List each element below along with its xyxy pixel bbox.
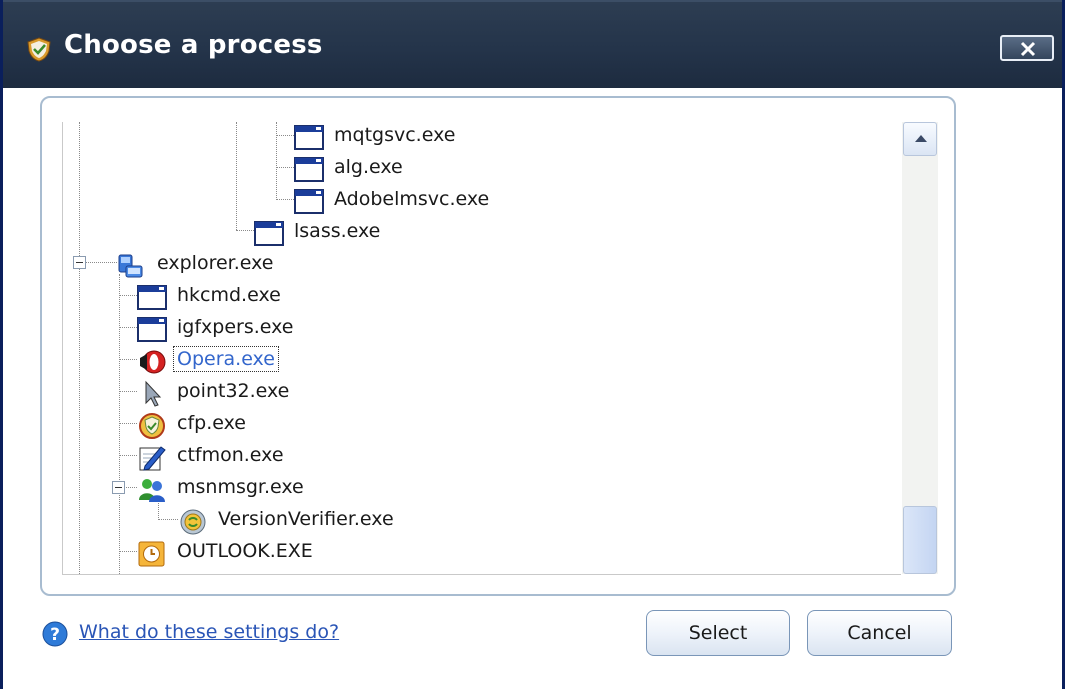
help-icon[interactable]: ? bbox=[41, 620, 69, 648]
outlook-clock-icon bbox=[138, 541, 165, 567]
tree-item-label: ctfmon.exe bbox=[177, 444, 284, 466]
comodo-shield-icon bbox=[139, 413, 165, 439]
pen-notepad-icon bbox=[139, 446, 166, 471]
app-window-icon bbox=[294, 189, 324, 214]
tree-item-label: mqtgsvc.exe bbox=[334, 124, 456, 146]
app-window-icon bbox=[254, 221, 284, 246]
comodo-shield-icon bbox=[27, 37, 51, 62]
select-button[interactable]: Select bbox=[646, 610, 790, 656]
app-window-icon bbox=[294, 157, 324, 182]
tree-item-label: Opera.exe bbox=[173, 346, 279, 372]
tree-item-label: alg.exe bbox=[334, 156, 403, 178]
close-icon bbox=[1020, 41, 1036, 57]
tree-item-label: hkcmd.exe bbox=[177, 284, 281, 306]
scroll-thumb[interactable] bbox=[903, 506, 937, 574]
tree-item-label: msnmsgr.exe bbox=[177, 476, 304, 498]
app-window-icon bbox=[137, 285, 167, 310]
tree-item-label: Adobelmsvc.exe bbox=[334, 188, 490, 210]
opera-icon bbox=[140, 350, 166, 374]
tree-scrollbar[interactable] bbox=[902, 122, 938, 574]
dialog-title: Choose a process bbox=[64, 30, 323, 60]
svg-text:?: ? bbox=[50, 625, 60, 645]
tree-item-label: lsass.exe bbox=[294, 220, 381, 242]
tree-item-label: igfxpers.exe bbox=[177, 316, 294, 338]
tree-item-label: cfp.exe bbox=[177, 412, 246, 434]
cancel-button[interactable]: Cancel bbox=[807, 610, 952, 656]
dialog-body: mqtgsvc.exe alg.exe Adobelmsvc.exe lsass… bbox=[3, 88, 1062, 689]
computer-icon bbox=[118, 254, 143, 278]
tree-item-label: VersionVerifier.exe bbox=[218, 508, 394, 530]
msn-buddies-icon bbox=[139, 479, 165, 502]
process-tree-panel: mqtgsvc.exe alg.exe Adobelmsvc.exe lsass… bbox=[40, 96, 956, 596]
process-tree[interactable]: mqtgsvc.exe alg.exe Adobelmsvc.exe lsass… bbox=[62, 122, 901, 575]
mouse-pointer-icon bbox=[145, 380, 162, 407]
app-window-icon bbox=[137, 317, 167, 342]
collapse-toggle-msnmsgr[interactable] bbox=[112, 481, 125, 494]
tree-item-label: explorer.exe bbox=[157, 252, 274, 274]
choose-process-dialog: Choose a process mqtgsvc.exe alg.exe Ado… bbox=[0, 0, 1065, 689]
title-bar[interactable]: Choose a process bbox=[3, 0, 1062, 88]
app-window-icon bbox=[294, 125, 324, 150]
tree-item-label: point32.exe bbox=[177, 380, 290, 402]
version-verifier-icon bbox=[180, 509, 206, 535]
scroll-up-button[interactable] bbox=[903, 122, 937, 156]
tree-item-label: OUTLOOK.EXE bbox=[177, 540, 313, 562]
help-link[interactable]: What do these settings do? bbox=[79, 621, 339, 643]
close-button[interactable] bbox=[1000, 35, 1054, 61]
collapse-toggle-explorer[interactable] bbox=[73, 256, 86, 269]
